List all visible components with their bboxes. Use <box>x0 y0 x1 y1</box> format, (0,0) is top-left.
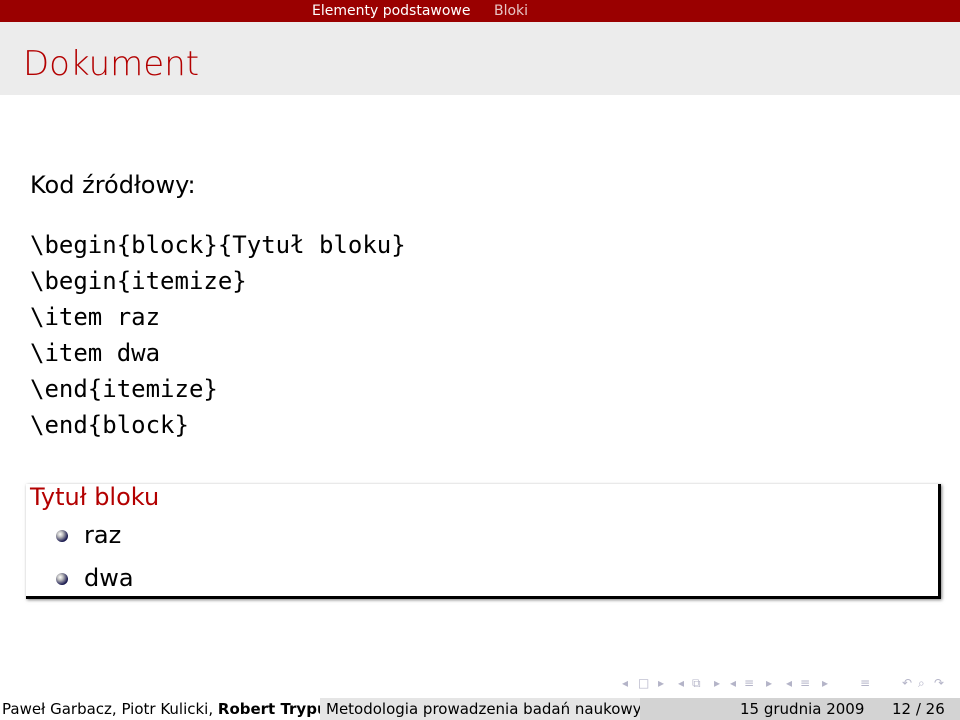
nav-next-doc-icon[interactable]: ▸ <box>822 675 828 691</box>
nav-next-frame-icon[interactable]: ▸ <box>658 675 664 691</box>
nav-prev-doc-icon[interactable]: ◂ <box>786 675 792 691</box>
ball-bullet-icon <box>56 573 68 585</box>
code-line: \item raz <box>30 303 161 331</box>
footer-date-page: 15 grudnia 2009 12 / 26 <box>640 698 960 720</box>
nav-prev-section-icon[interactable]: ◂ <box>730 675 736 691</box>
nav-doc-icon[interactable]: ≡ <box>800 675 810 691</box>
code-line: \item dwa <box>30 339 161 367</box>
list-item-text: raz <box>84 521 122 549</box>
footer-title: Metodologia prowadzenia badań naukowych <box>320 698 659 720</box>
headline-subsection-link[interactable]: Bloki <box>494 3 528 19</box>
source-code-label: Kod źródłowy: <box>30 171 196 199</box>
nav-next-section-icon[interactable]: ▸ <box>766 675 772 691</box>
block-title: Tytuł bloku <box>30 483 160 511</box>
footer-title-text: Metodologia prowadzenia badań naukowych <box>326 700 660 718</box>
nav-back-icon[interactable]: ↶ <box>902 675 912 691</box>
footer-authors-bold: Robert Trypuz <box>217 700 337 718</box>
footer-date: 15 grudnia 2009 <box>740 700 865 718</box>
headline-section-link[interactable]: Elementy podstawowe <box>312 3 470 19</box>
footer-authors-plain: Paweł Garbacz, Piotr Kulicki, <box>2 700 218 718</box>
code-line: \begin{block}{Tytuł bloku} <box>30 231 406 259</box>
footline: Paweł Garbacz, Piotr Kulicki, Robert Try… <box>0 698 960 720</box>
nav-frame-icon[interactable]: □ <box>638 675 649 691</box>
nav-search-icon[interactable]: ⌕ <box>918 675 925 691</box>
nav-next-subsection-icon[interactable]: ▸ <box>714 675 720 691</box>
ball-bullet-icon <box>56 530 68 542</box>
source-code: \begin{block}{Tytuł bloku} \begin{itemize… <box>30 227 406 443</box>
code-line: \end{itemize} <box>30 375 218 403</box>
footer-page-number: 12 / 26 <box>892 700 945 718</box>
headline-bar: Elementy podstawowe Bloki <box>0 0 960 22</box>
nav-align-icon[interactable]: ≡ <box>860 675 870 691</box>
footer-authors: Paweł Garbacz, Piotr Kulicki, Robert Try… <box>0 698 336 720</box>
nav-prev-frame-icon[interactable]: ◂ <box>622 675 628 691</box>
code-line: \end{block} <box>30 411 189 439</box>
nav-prev-subsection-icon[interactable]: ◂ <box>678 675 684 691</box>
nav-subsection-icon[interactable]: ⧉ <box>692 675 701 691</box>
code-line: \begin{itemize} <box>30 267 247 295</box>
frame-title: Dokument <box>23 44 200 84</box>
example-block: Tytuł bloku raz dwa <box>26 483 941 599</box>
list-item-text: dwa <box>84 564 134 592</box>
nav-forward-icon[interactable]: ↷ <box>934 675 944 691</box>
navigation-symbols: ◂ □ ▸ ◂ ⧉ ▸ ◂ ≡ ▸ ◂ ≡ ▸ ≡ ↶ ⌕ ↷ <box>620 675 956 691</box>
nav-section-icon[interactable]: ≡ <box>744 675 754 691</box>
